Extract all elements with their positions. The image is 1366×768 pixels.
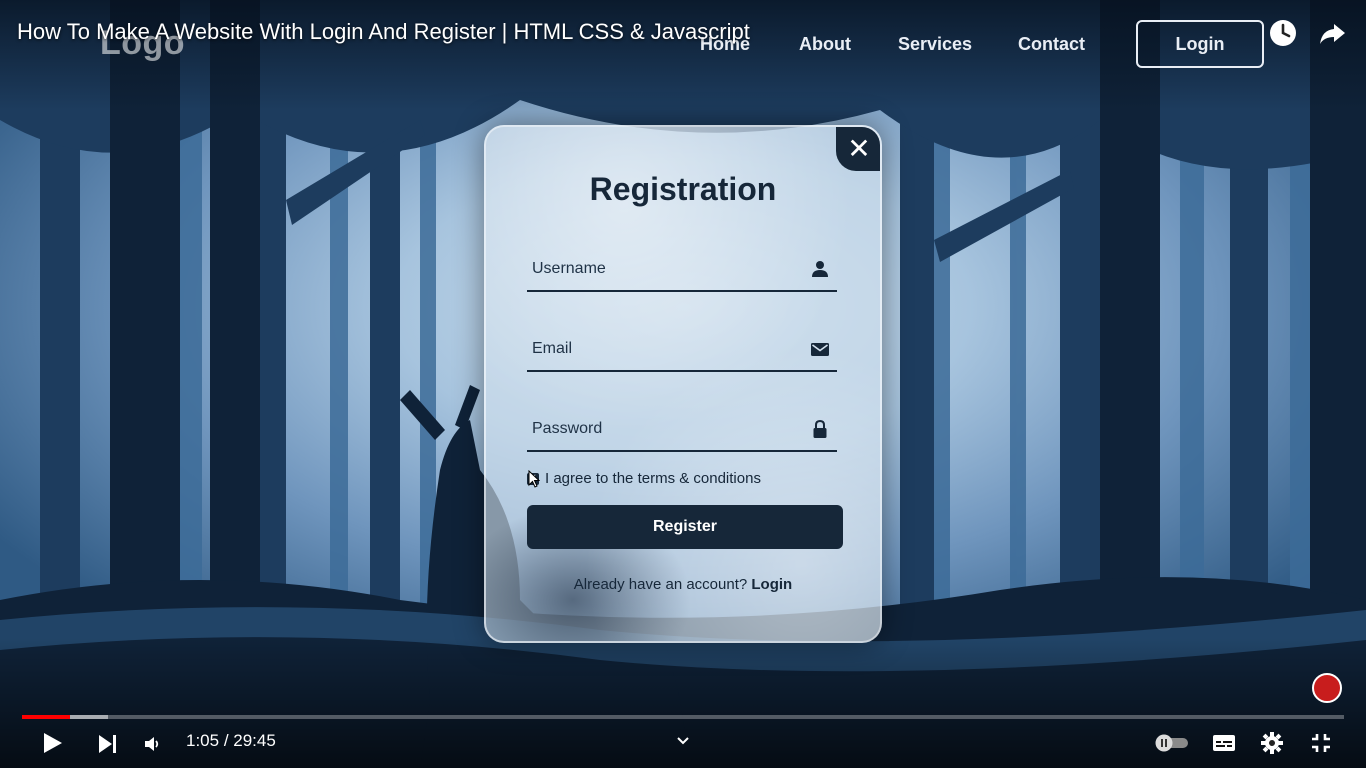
register-button[interactable]: Register (527, 505, 843, 549)
site-login-button: Login (1136, 20, 1264, 68)
progress-played (22, 715, 70, 719)
site-nav-about: About (799, 34, 851, 54)
account-prompt-text: Already have an account? (573, 576, 748, 593)
next-icon[interactable] (97, 733, 119, 755)
site-nav-contact: Contact (1018, 34, 1085, 54)
current-time: 1:05 (186, 731, 220, 750)
terms-row[interactable]: ✓ I agree to the terms & conditions (527, 470, 761, 487)
close-icon: ✕ (847, 132, 871, 164)
email-input[interactable] (527, 330, 797, 368)
mail-icon (811, 343, 829, 356)
share-icon[interactable] (1317, 18, 1347, 48)
username-input[interactable] (527, 250, 797, 288)
subscribe-watermark[interactable] (1312, 673, 1342, 703)
email-field[interactable] (527, 330, 837, 372)
cursor-icon (528, 470, 540, 488)
exit-fullscreen-icon[interactable] (1311, 733, 1331, 753)
video-player[interactable]: Logo Home About Services Contact Login H… (0, 0, 1366, 768)
captions-icon[interactable] (1212, 733, 1236, 753)
chevron-down-icon[interactable] (676, 735, 690, 747)
autoplay-toggle-icon[interactable] (1154, 734, 1190, 752)
password-input[interactable] (527, 410, 797, 448)
gear-icon[interactable] (1261, 732, 1283, 754)
close-button[interactable]: ✕ (836, 127, 880, 171)
registration-modal: ✕ Registration ✓ I agre (484, 125, 882, 643)
duration: 29:45 (233, 731, 276, 750)
terms-label: I agree to the terms & conditions (545, 470, 761, 487)
time-separator: / (219, 731, 234, 750)
account-prompt: Already have an account? Login (486, 576, 880, 593)
username-field[interactable] (527, 250, 837, 292)
clock-icon[interactable] (1268, 18, 1298, 48)
user-icon (812, 261, 828, 277)
time-display: 1:05 / 29:45 (186, 731, 276, 751)
password-field[interactable] (527, 410, 837, 452)
progress-bar[interactable] (22, 715, 1344, 719)
volume-icon[interactable] (143, 734, 163, 754)
video-title[interactable]: How To Make A Website With Login And Reg… (17, 19, 750, 45)
site-nav-services: Services (898, 34, 973, 54)
lock-icon (813, 420, 827, 438)
modal-title: Registration (589, 171, 777, 207)
play-icon[interactable] (40, 731, 64, 755)
login-link[interactable]: Login (751, 576, 792, 593)
